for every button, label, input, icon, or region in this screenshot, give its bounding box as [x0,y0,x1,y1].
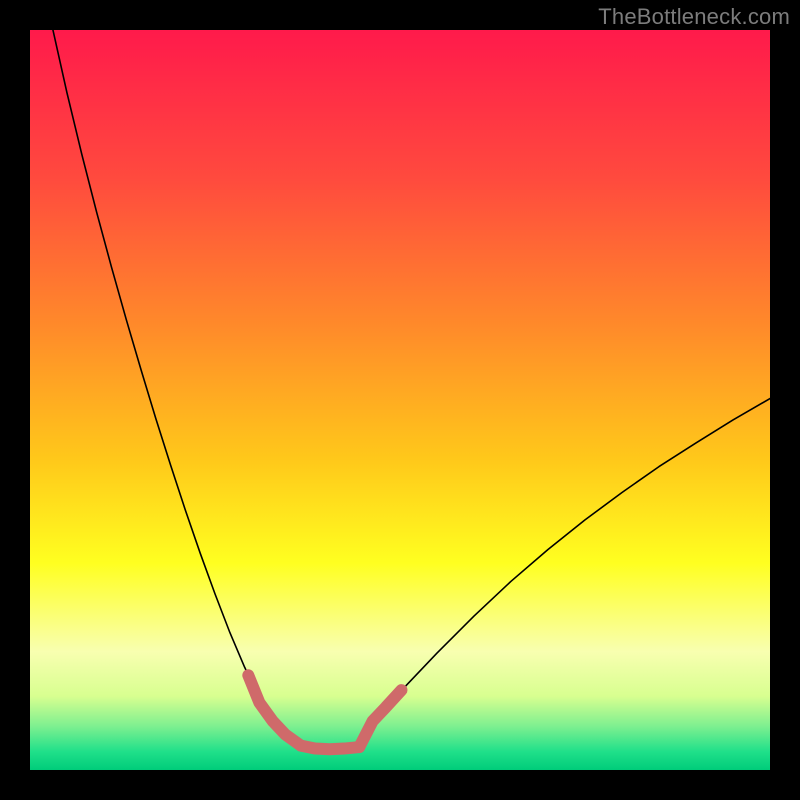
plot-area [30,30,770,770]
chart-svg [30,30,770,770]
series-highlight-bottom [301,746,359,750]
watermark-text: TheBottleneck.com [598,4,790,30]
gradient-background [30,30,770,770]
chart-frame: TheBottleneck.com [0,0,800,800]
